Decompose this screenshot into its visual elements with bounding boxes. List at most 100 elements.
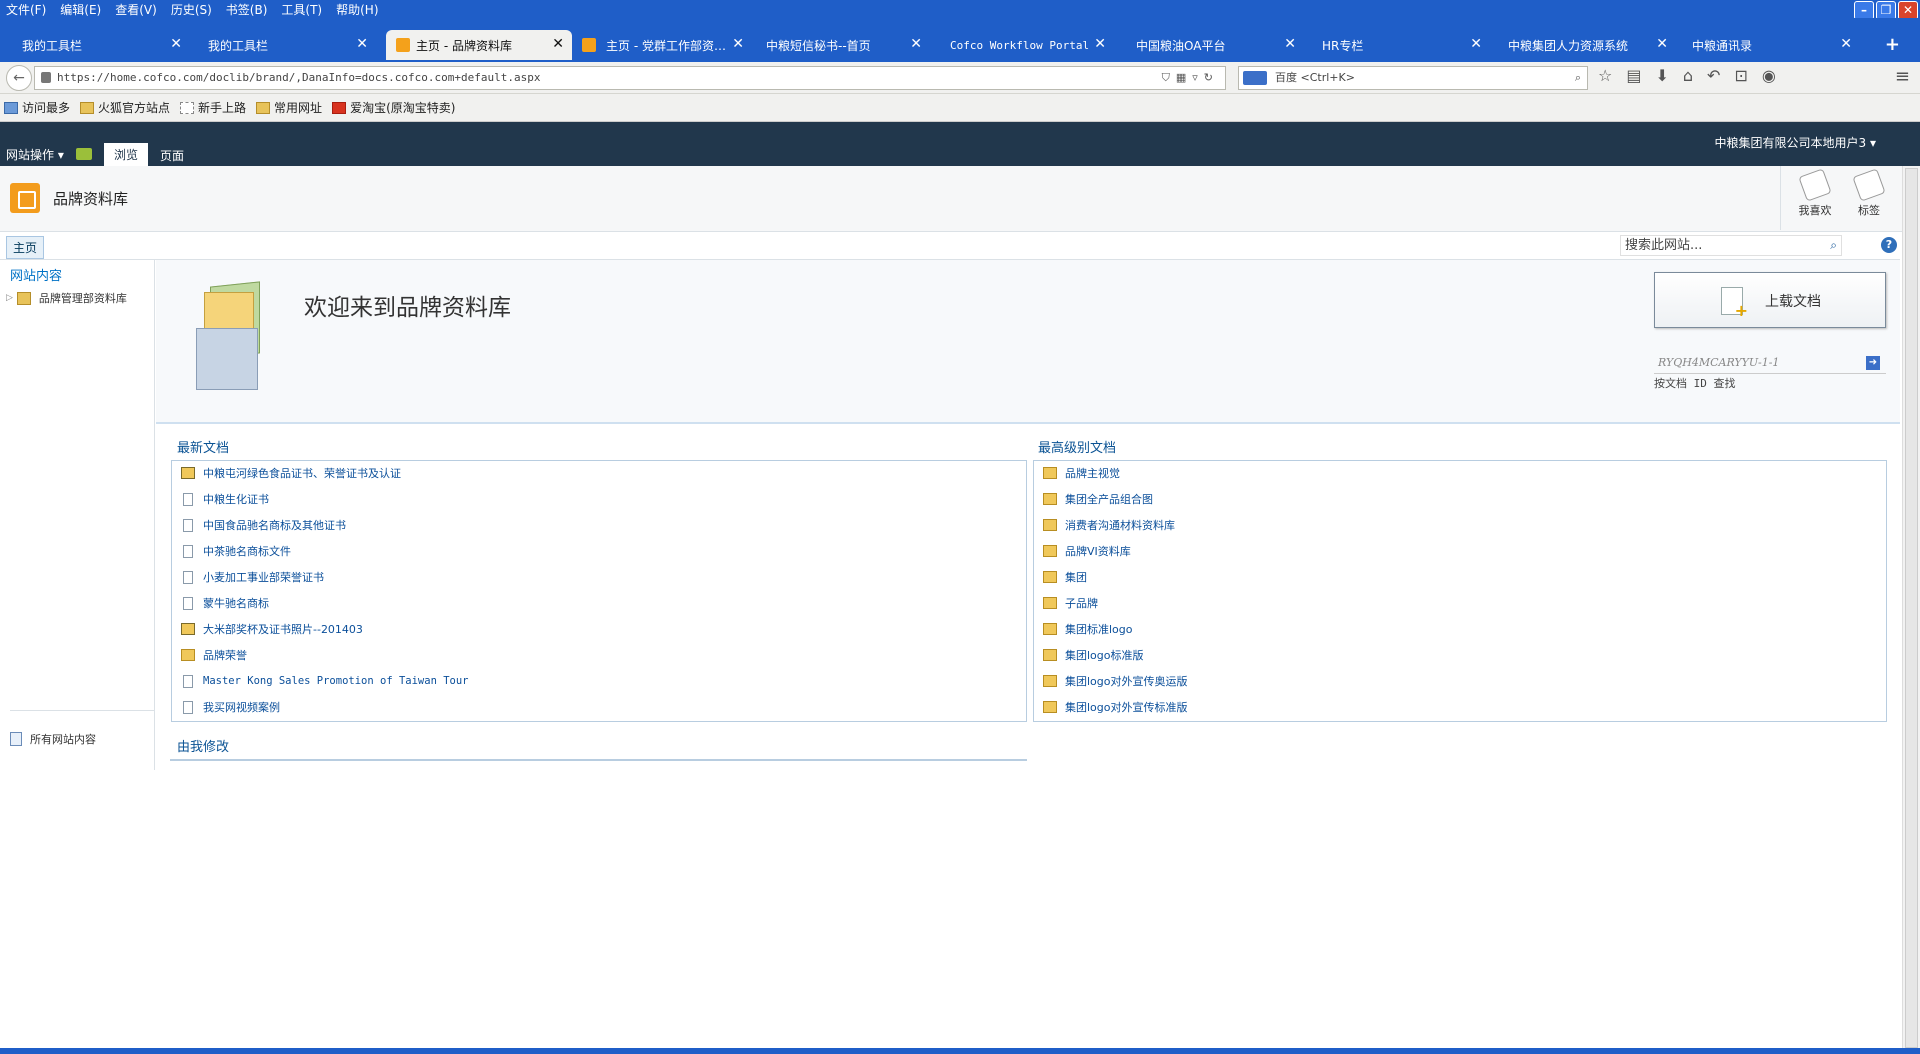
- menu-edit[interactable]: 编辑(E): [60, 1, 101, 18]
- shield-icon[interactable]: ⛉: [1162, 71, 1176, 84]
- browser-tab-active[interactable]: 主页 - 品牌资料库 ✕: [386, 30, 572, 60]
- site-actions-menu[interactable]: 网站操作 ▾: [6, 146, 64, 163]
- close-tab-icon[interactable]: ✕: [170, 36, 182, 52]
- browser-tab[interactable]: 主页 - 党群工作部资… ✕: [572, 30, 752, 60]
- list-item[interactable]: 中茶驰名商标文件: [181, 541, 291, 561]
- menu-help[interactable]: 帮助(H): [336, 1, 378, 18]
- qr-icon[interactable]: ▦: [1176, 71, 1192, 84]
- list-item[interactable]: 消费者沟通材料资料库: [1043, 515, 1175, 535]
- browser-tab[interactable]: 中粮通讯录 ✕: [1670, 30, 1860, 60]
- list-item[interactable]: 我买网视频案例: [181, 697, 280, 717]
- top-docs-title[interactable]: 最高级别文档: [1038, 437, 1116, 456]
- list-item[interactable]: 子品牌: [1043, 593, 1098, 613]
- menu-tools[interactable]: 工具(T): [281, 1, 322, 18]
- my-edits-title[interactable]: 由我修改: [177, 736, 229, 755]
- close-tab-icon[interactable]: ✕: [1470, 36, 1482, 52]
- search-placeholder: 百度 <Ctrl+K>: [1275, 71, 1355, 84]
- library-brand-dept[interactable]: ▷ 品牌管理部资料库: [6, 290, 127, 306]
- tab-page[interactable]: 页面: [160, 147, 184, 164]
- close-tab-icon[interactable]: ✕: [1284, 36, 1296, 52]
- site-search-input[interactable]: 搜索此网站... ⌕: [1620, 235, 1842, 256]
- like-button[interactable]: 我喜欢: [1792, 168, 1838, 218]
- reload-icon[interactable]: ↻: [1204, 71, 1219, 84]
- list-item[interactable]: 集团logo对外宣传标准版: [1043, 697, 1188, 717]
- list-item[interactable]: 蒙牛驰名商标: [181, 593, 269, 613]
- close-tab-icon[interactable]: ✕: [910, 36, 922, 52]
- tags-button[interactable]: 标签: [1846, 168, 1892, 218]
- menu-history[interactable]: 历史(S): [171, 1, 212, 18]
- list-item[interactable]: 集团全产品组合图: [1043, 489, 1153, 509]
- list-item[interactable]: 大米部奖杯及证书照片--201403: [181, 619, 363, 639]
- browser-tab[interactable]: 中粮集团人力资源系统 ✕: [1486, 30, 1676, 60]
- browser-tab[interactable]: 我的工具栏 ✕: [0, 30, 190, 60]
- expand-arrow-icon[interactable]: ▷: [6, 293, 13, 303]
- search-icon[interactable]: ⌕: [1575, 67, 1581, 89]
- menu-view[interactable]: 查看(V): [115, 1, 157, 18]
- folder-icon: [1043, 493, 1057, 505]
- url-bar[interactable]: https://home.cofco.com/doclib/brand/,Dan…: [34, 66, 1226, 90]
- site-title[interactable]: 品牌资料库: [53, 188, 128, 209]
- list-item[interactable]: 集团标准logo: [1043, 619, 1133, 639]
- crop-screenshot-icon[interactable]: ⊡: [1734, 66, 1747, 85]
- close-tab-icon[interactable]: ✕: [356, 36, 368, 52]
- browser-tab[interactable]: 我的工具栏 ✕: [186, 30, 376, 60]
- browser-tab[interactable]: 中国粮油OA平台 ✕: [1114, 30, 1304, 60]
- navigate-up-icon[interactable]: [76, 148, 92, 160]
- help-icon[interactable]: ?: [1881, 237, 1897, 253]
- list-item[interactable]: 集团: [1043, 567, 1087, 587]
- bookmark-firefox-site[interactable]: 火狐官方站点: [80, 99, 170, 116]
- search-icon[interactable]: ⌕: [1830, 236, 1837, 255]
- go-arrow-icon[interactable]: ➜: [1866, 356, 1880, 370]
- menu-bookmarks[interactable]: 书签(B): [226, 1, 268, 18]
- back-button[interactable]: ←: [6, 65, 32, 91]
- reading-list-icon[interactable]: ▤: [1626, 66, 1641, 85]
- menu-hamburger-icon[interactable]: ≡: [1895, 66, 1910, 87]
- bookmark-most-visited[interactable]: 访问最多: [4, 99, 70, 116]
- all-site-content-link[interactable]: 所有网站内容: [10, 710, 155, 747]
- baidu-engine-icon[interactable]: [1243, 71, 1267, 85]
- document-id-input[interactable]: RYQH4MCARYYU-1-1 ➜: [1654, 356, 1886, 374]
- list-item[interactable]: 中国食品驰名商标及其他证书: [181, 515, 346, 535]
- user-menu[interactable]: 中粮集团有限公司本地用户3 ▾: [1715, 134, 1876, 151]
- list-item[interactable]: 集团logo对外宣传奥运版: [1043, 671, 1188, 691]
- menu-file[interactable]: 文件(F): [6, 1, 46, 18]
- recent-docs-title[interactable]: 最新文档: [177, 437, 229, 456]
- close-tab-icon[interactable]: ✕: [1094, 36, 1106, 52]
- list-item[interactable]: 品牌主视觉: [1043, 463, 1120, 483]
- dropdown-icon[interactable]: ▿: [1192, 71, 1204, 84]
- scrollbar-thumb[interactable]: [1905, 168, 1918, 1048]
- close-tab-icon[interactable]: ✕: [552, 36, 564, 52]
- site-content-heading[interactable]: 网站内容: [10, 265, 62, 284]
- new-tab-button[interactable]: +: [1885, 34, 1900, 55]
- sharepoint-favicon-icon: [396, 38, 410, 52]
- list-item[interactable]: 中粮屯河绿色食品证书、荣誉证书及认证: [181, 463, 401, 483]
- list-item[interactable]: 品牌荣誉: [181, 645, 247, 665]
- bookmark-taobao[interactable]: 爱淘宝(原淘宝特卖): [332, 99, 455, 116]
- site-logo-icon[interactable]: [10, 183, 40, 213]
- tab-browse[interactable]: 浏览: [104, 143, 149, 166]
- browser-tab[interactable]: HR专栏 ✕: [1300, 30, 1490, 60]
- close-tab-icon[interactable]: ✕: [732, 36, 744, 52]
- list-item[interactable]: Master Kong Sales Promotion of Taiwan To…: [181, 671, 469, 691]
- close-tab-icon[interactable]: ✕: [1840, 36, 1852, 52]
- close-tab-icon[interactable]: ✕: [1656, 36, 1668, 52]
- nav-home-tab[interactable]: 主页: [6, 236, 45, 259]
- star-bookmark-icon[interactable]: ☆: [1598, 66, 1612, 85]
- library-label: 品牌管理部资料库: [38, 292, 127, 305]
- page-scrollbar[interactable]: [1902, 166, 1920, 1054]
- list-item[interactable]: 小麦加工事业部荣誉证书: [181, 567, 324, 587]
- bookmark-icon: [4, 101, 18, 114]
- download-icon[interactable]: ⬇: [1655, 66, 1668, 85]
- list-item[interactable]: 中粮生化证书: [181, 489, 269, 509]
- chat-bubble-icon[interactable]: ◉: [1762, 66, 1776, 85]
- list-item[interactable]: 集团logo标准版: [1043, 645, 1144, 665]
- bookmark-getting-started[interactable]: 新手上路: [180, 99, 246, 116]
- undo-icon[interactable]: ↶: [1707, 66, 1720, 85]
- browser-tab[interactable]: 中粮短信秘书--首页 ✕: [744, 30, 930, 60]
- browser-search-input[interactable]: 百度 <Ctrl+K> ⌕: [1238, 66, 1588, 90]
- upload-document-button[interactable]: 上载文档: [1654, 272, 1886, 328]
- home-icon[interactable]: ⌂: [1683, 66, 1693, 85]
- bookmark-common-sites[interactable]: 常用网址: [256, 99, 322, 116]
- list-item[interactable]: 品牌VI资料库: [1043, 541, 1131, 561]
- browser-tab[interactable]: Cofco Workflow Portal ✕: [928, 30, 1114, 60]
